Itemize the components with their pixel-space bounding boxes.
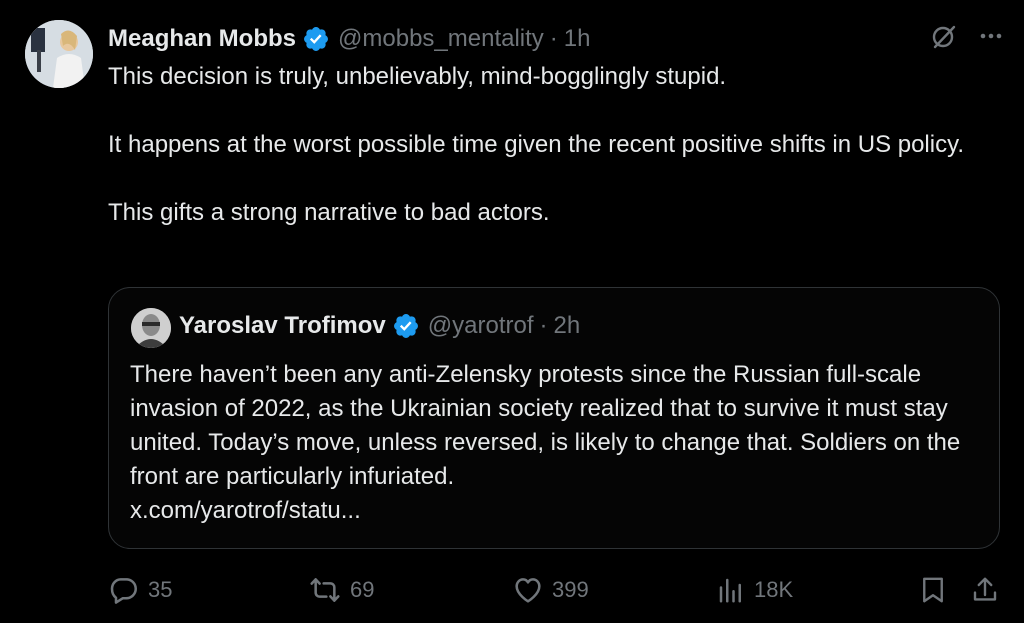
author-handle[interactable]: @mobbs_mentality [338, 25, 544, 53]
tweet-paragraph: This decision is truly, unbelievably, mi… [108, 63, 727, 90]
quote-timestamp[interactable]: 2h [554, 312, 581, 340]
author-name[interactable]: Meaghan Mobbs [108, 25, 296, 53]
separator: · [549, 25, 558, 52]
more-icon[interactable] [978, 22, 1004, 50]
author-avatar[interactable] [25, 20, 93, 88]
verified-badge-icon [393, 314, 418, 338]
like-icon [515, 578, 541, 603]
share-button[interactable] [970, 570, 1000, 610]
repost-button[interactable]: 69 [308, 570, 374, 610]
tweet-header: Meaghan Mobbs @mobbs_mentality · 1h [108, 22, 591, 56]
quote-author-avatar[interactable] [131, 308, 171, 348]
views-button[interactable]: 18K [716, 570, 793, 610]
repost-count: 69 [350, 577, 375, 602]
views-count: 18K [754, 577, 794, 602]
timestamp[interactable]: 1h [564, 25, 591, 53]
quoted-tweet-card[interactable]: Yaroslav Trofimov @yarotrof · 2h There h… [108, 287, 1000, 549]
tweet-paragraph: This gifts a strong narrative to bad act… [108, 199, 550, 226]
quote-body: There haven’t been any anti-Zelensky pro… [130, 361, 961, 490]
action-bar: 35 69 399 18K [108, 570, 1000, 610]
verified-badge-icon [304, 27, 328, 51]
bookmark-icon [923, 577, 943, 603]
reply-icon [110, 578, 138, 604]
reply-button[interactable]: 35 [108, 570, 172, 610]
top-right-actions [930, 22, 1004, 50]
quote-link[interactable]: x.com/yarotrof/statu... [130, 494, 980, 528]
views-icon [719, 578, 741, 603]
quote-header: Yaroslav Trofimov @yarotrof · 2h [179, 312, 580, 340]
bookmark-button[interactable] [918, 570, 948, 610]
share-icon [973, 577, 997, 601]
quote-author-name[interactable]: Yaroslav Trofimov [179, 312, 386, 340]
tweet-paragraph: It happens at the worst possible time gi… [108, 131, 964, 158]
reply-count: 35 [148, 577, 173, 602]
quote-text: There haven’t been any anti-Zelensky pro… [130, 358, 980, 528]
grok-icon[interactable] [930, 22, 958, 50]
separator: · [539, 312, 548, 339]
tweet-text: This decision is truly, unbelievably, mi… [108, 60, 998, 230]
quote-author-handle[interactable]: @yarotrof [428, 312, 534, 340]
repost-icon [310, 578, 340, 602]
like-count: 399 [552, 577, 589, 602]
like-button[interactable]: 399 [512, 570, 589, 610]
